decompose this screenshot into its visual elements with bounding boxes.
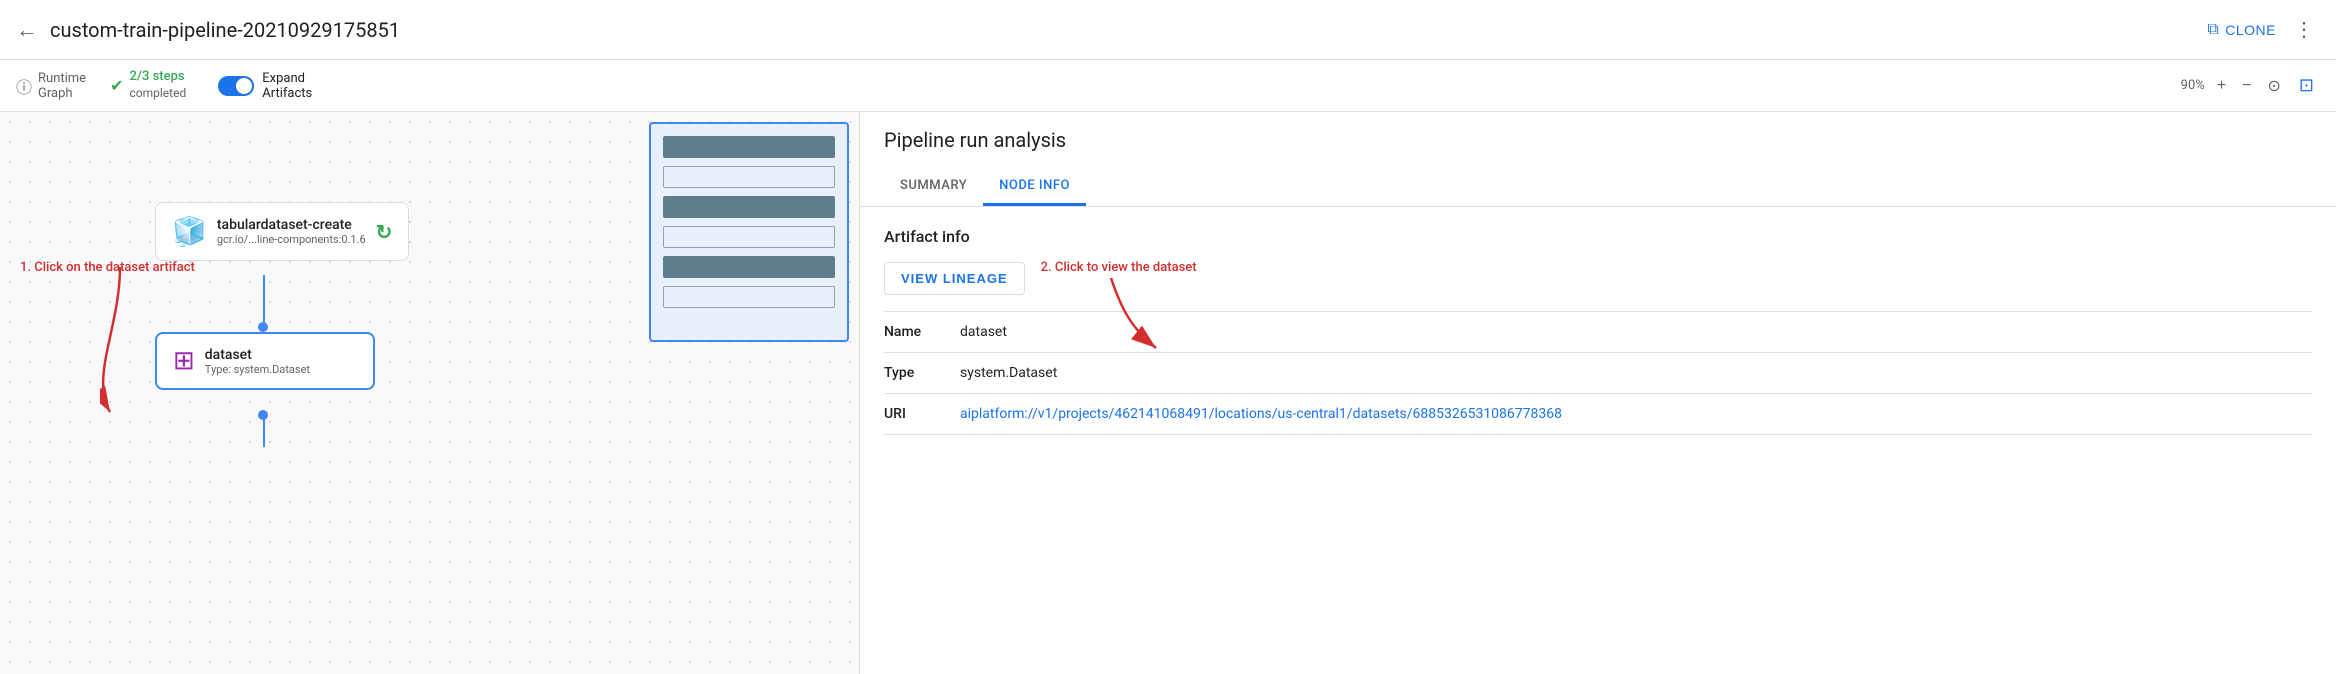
mini-bar-6 [663,286,835,308]
analysis-body: Artifact info VIEW LINEAGE 2. Click to v… [860,207,2336,674]
analysis-header: Pipeline run analysis SUMMARY NODE INFO [860,112,2336,207]
analysis-title: Pipeline run analysis [884,128,2312,152]
analysis-panel: Pipeline run analysis SUMMARY NODE INFO … [860,112,2336,674]
node-create-subtitle: gcr.io/...line-components:0.1.6 [217,233,366,246]
info-row-type: Type system.Dataset [884,353,2312,394]
node-create-arrow-icon: ↻ [376,220,393,244]
info-table: Name dataset Type system.Dataset URI aip… [884,311,2312,435]
connector-line-2 [263,417,265,447]
node-create-icon: 🧊 [172,215,207,248]
pipeline-title: custom-train-pipeline-20210929175851 [50,18,2195,42]
mini-bar-3 [663,196,835,218]
info-label-uri: URI [884,406,944,422]
graph-panel[interactable]: 1. Click on the dataset artifact 🧊 tabul… [0,112,860,674]
analysis-tabs: SUMMARY NODE INFO [884,168,2312,206]
info-label-type: Type [884,365,944,381]
info-value-type: system.Dataset [960,365,1057,381]
zoom-out-button[interactable]: − [2238,75,2255,97]
info-row-name: Name dataset [884,312,2312,353]
zoom-percentage: 90% [2181,78,2205,93]
info-icon: ⓘ [16,74,32,98]
node-dataset-info: dataset Type: system.Dataset [205,347,310,376]
zoom-controls: 90% + − ⊙ ⊡ [2181,73,2320,98]
steps-status: ✔ 2/3 steps completed [110,69,186,101]
tab-node-info[interactable]: NODE INFO [983,168,1086,206]
mini-preview [649,122,849,342]
clone-button[interactable]: ⧉ CLONE [2195,15,2288,45]
node-create-title: tabulardataset-create [217,217,366,233]
toggle-knob [236,78,252,94]
node-dataset-title: dataset [205,347,310,363]
clone-label: CLONE [2225,22,2276,38]
toggle-switch[interactable] [218,76,254,96]
header: ← custom-train-pipeline-20210929175851 ⧉… [0,0,2336,60]
arrow-2 [1101,278,1181,358]
check-circle-icon: ✔ [110,76,123,95]
zoom-in-button[interactable]: + [2213,75,2230,97]
expand-artifacts-label: Expand Artifacts [262,71,312,101]
back-button[interactable]: ← [16,17,38,43]
fullscreen-button[interactable]: ⊡ [2293,73,2320,98]
toolbar: ⓘ Runtime Graph ✔ 2/3 steps completed Ex… [0,60,2336,112]
mini-bar-2 [663,166,835,188]
runtime-graph-label: Runtime Graph [38,71,86,101]
info-value-uri[interactable]: aiplatform://v1/projects/462141068491/lo… [960,406,1562,422]
view-lineage-button[interactable]: VIEW LINEAGE [884,262,1025,295]
clone-icon: ⧉ [2207,21,2219,39]
info-label-name: Name [884,324,944,340]
node-dataset-subtitle: Type: system.Dataset [205,363,310,376]
tab-summary[interactable]: SUMMARY [884,168,983,206]
mini-bar-4 [663,226,835,248]
main-content: 1. Click on the dataset artifact 🧊 tabul… [0,112,2336,674]
click-hint-2: 2. Click to view the dataset [1041,260,1197,275]
info-value-name: dataset [960,324,1007,340]
runtime-graph-tab[interactable]: ⓘ Runtime Graph [16,71,86,101]
connector-dot-1 [258,322,268,332]
mini-bar-1 [663,136,835,158]
zoom-reset-button[interactable]: ⊙ [2264,74,2285,98]
node-tabulardataset-create[interactable]: 🧊 tabulardataset-create gcr.io/...line-c… [155,202,409,261]
more-button[interactable]: ⋮ [2288,11,2320,48]
expand-artifacts-toggle[interactable]: Expand Artifacts [218,71,312,101]
node-dataset[interactable]: ⊞ dataset Type: system.Dataset [155,332,375,390]
connector-line-1 [263,275,265,325]
artifact-info-title: Artifact info [884,227,2312,246]
mini-bar-5 [663,256,835,278]
node-dataset-icon: ⊞ [173,346,195,376]
steps-main: 2/3 steps [130,69,187,86]
lineage-row: VIEW LINEAGE 2. Click to view the datase… [884,262,2312,295]
steps-sub: completed [130,86,187,102]
info-row-uri: URI aiplatform://v1/projects/46214106849… [884,394,2312,435]
node-create-info: tabulardataset-create gcr.io/...line-com… [217,217,366,246]
